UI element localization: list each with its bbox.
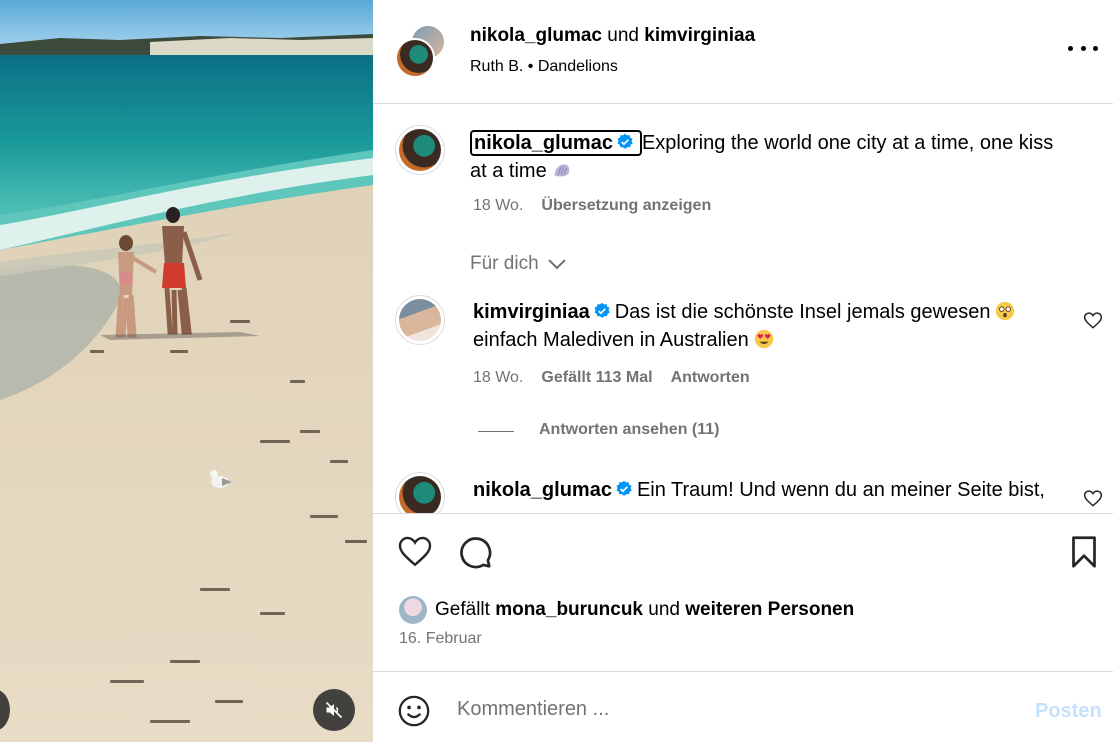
caption-line-2: at a time bbox=[470, 160, 547, 182]
caption-time[interactable]: 18 Wo. bbox=[473, 197, 523, 214]
comment-meta: 18 Wo. Gefällt 113 Mal Antworten bbox=[473, 369, 750, 387]
astonished-face-emoji-icon bbox=[996, 301, 1015, 321]
comment-text: kimvirginiaa Das ist die schönste Insel j… bbox=[473, 298, 1073, 354]
and-word: und bbox=[607, 25, 639, 46]
caption-username-link[interactable]: nikola_glumac bbox=[470, 130, 642, 156]
caption-author-avatar[interactable] bbox=[395, 125, 445, 175]
comment-line-1: Das ist die schönste Insel jemals gewese… bbox=[614, 301, 991, 323]
chevron-down-icon bbox=[547, 259, 566, 270]
post-comment-button[interactable]: Posten bbox=[1035, 700, 1102, 723]
collaborator-username-link[interactable]: kimvirginiaa bbox=[644, 25, 755, 46]
post-media[interactable] bbox=[0, 0, 373, 742]
post-detail-panel: nikola_glumac und kimvirginiaa Ruth B. •… bbox=[373, 0, 1113, 742]
comment-text: nikola_glumac Ein Traum! Und wenn du an m… bbox=[473, 476, 1073, 504]
author-avatar[interactable] bbox=[395, 38, 435, 78]
caption-line-1: Exploring the world one city at a time, … bbox=[641, 132, 1054, 154]
comment-username-link[interactable]: nikola_glumac bbox=[473, 479, 612, 501]
caption-text: nikola_glumac Exploring the world one cit… bbox=[470, 129, 1090, 185]
heart-icon[interactable] bbox=[397, 534, 433, 570]
liker-avatar[interactable] bbox=[399, 596, 427, 624]
comment-time[interactable]: 18 Wo. bbox=[473, 369, 523, 386]
comment-avatar[interactable] bbox=[395, 295, 445, 345]
comment-input[interactable] bbox=[457, 694, 1017, 724]
replies-divider bbox=[478, 431, 514, 432]
other-likers-link[interactable]: weiteren Personen bbox=[685, 599, 854, 621]
author-username-link[interactable]: nikola_glumac bbox=[470, 25, 602, 46]
reply-button[interactable]: Antworten bbox=[671, 369, 750, 386]
likes-mid: und bbox=[648, 599, 680, 620]
comment-line-1: Ein Traum! Und wenn du an meiner Seite b… bbox=[636, 479, 1045, 501]
more-dot bbox=[1093, 45, 1098, 51]
post-date[interactable]: 16. Februar bbox=[399, 630, 482, 648]
comments-list[interactable]: nikola_glumac Exploring the world one cit… bbox=[373, 105, 1113, 513]
audio-track-link[interactable]: Ruth B. • Dandelions bbox=[470, 58, 618, 76]
comment-likes-link[interactable]: Gefällt 113 Mal bbox=[541, 369, 652, 386]
comment-like-heart-icon[interactable] bbox=[1083, 311, 1103, 331]
post-actions: Gefällt mona_buruncuk und weiteren Perso… bbox=[373, 513, 1113, 671]
comment-filter-dropdown[interactable]: Für dich bbox=[470, 253, 567, 275]
verified-badge-icon bbox=[594, 302, 610, 318]
bookmark-icon[interactable] bbox=[1066, 534, 1102, 570]
beach-video-frame bbox=[0, 0, 373, 742]
shell-emoji-icon bbox=[554, 164, 570, 177]
comment-like-heart-icon[interactable] bbox=[1083, 489, 1103, 509]
filter-label: Für dich bbox=[470, 253, 539, 274]
comment-composer: Posten bbox=[373, 671, 1113, 742]
translate-link[interactable]: Übersetzung anzeigen bbox=[541, 197, 711, 214]
caption-meta: 18 Wo. Übersetzung anzeigen bbox=[473, 197, 711, 215]
likes-summary: Gefällt mona_buruncuk und weiteren Perso… bbox=[399, 596, 854, 624]
comment-icon[interactable] bbox=[457, 534, 493, 570]
view-replies-button[interactable]: Antworten ansehen (11) bbox=[539, 421, 719, 439]
comment-avatar[interactable] bbox=[395, 472, 445, 513]
post-header: nikola_glumac und kimvirginiaa Ruth B. •… bbox=[373, 0, 1113, 104]
mute-toggle-button[interactable] bbox=[313, 689, 355, 731]
likes-prefix: Gefällt bbox=[435, 599, 490, 620]
post-authors: nikola_glumac und kimvirginiaa bbox=[470, 25, 755, 47]
smiley-icon[interactable] bbox=[397, 694, 431, 728]
more-options-button[interactable] bbox=[1068, 36, 1098, 60]
verified-badge-icon bbox=[616, 480, 632, 496]
verified-badge-icon bbox=[617, 133, 633, 149]
more-dot bbox=[1080, 45, 1086, 51]
liker-username-link[interactable]: mona_buruncuk bbox=[495, 599, 643, 621]
comment-username-link[interactable]: kimvirginiaa bbox=[473, 301, 590, 323]
heart-eyes-emoji-icon bbox=[754, 329, 773, 349]
caption-username: nikola_glumac bbox=[474, 132, 613, 154]
comment-line-2: einfach Malediven in Australien bbox=[473, 329, 749, 351]
more-horizontal-icon bbox=[1068, 45, 1073, 51]
muted-speaker-icon bbox=[325, 701, 343, 719]
